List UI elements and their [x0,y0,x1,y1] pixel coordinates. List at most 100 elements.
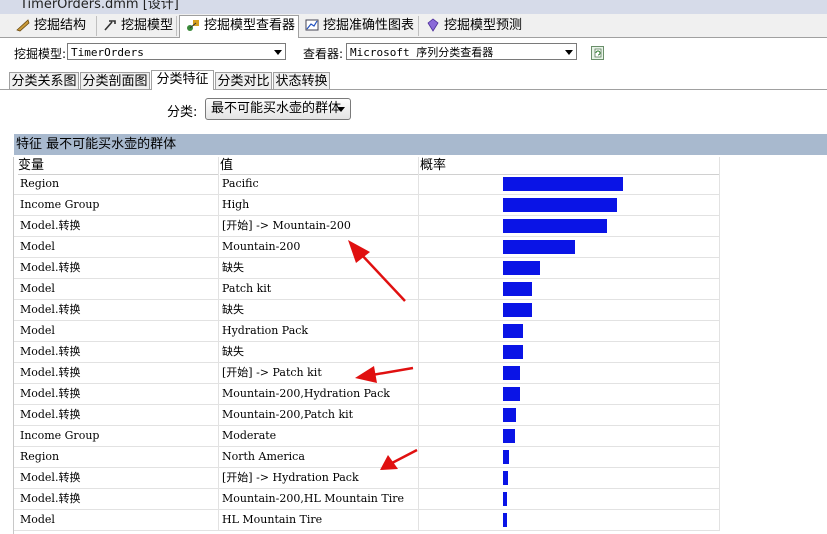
variable-cell: Income Group [20,429,100,442]
variable-cell: Model [20,282,55,295]
viewer-label: 查看器: [303,47,344,61]
tab-cluster-discrimination[interactable]: 分类对比 [215,72,272,89]
column-divider [418,157,419,531]
table-row[interactable]: Region North America [14,447,719,468]
probability-bar [503,303,532,317]
table-row[interactable]: Income Group High [14,195,719,216]
chevron-down-icon [274,50,282,55]
mining-model-combobox[interactable]: TimerOrders [67,43,286,60]
table-row[interactable]: Region Pacific [14,174,719,195]
tab-label: 挖掘结构 [34,18,87,33]
value-cell: Pacific [222,177,259,190]
probability-bar [503,429,515,443]
value-cell: Mountain-200,HL Mountain Tire [222,492,404,505]
probability-bar [503,366,520,380]
viewer-subtab-strip: 分类关系图 分类剖面图 分类特征 分类对比 状态转换 [0,70,827,90]
variable-cell: Region [20,450,60,463]
variable-cell: Model.转换 [20,387,81,400]
column-header-value[interactable]: 值 [220,157,420,175]
variable-cell: Model.转换 [20,345,81,358]
probability-bar [503,450,509,464]
table-row[interactable]: Model Mountain-200 [14,237,719,258]
document-title: TimerOrders.dmm [设计] [20,0,179,12]
tab-cluster-characteristics[interactable]: 分类特征 [151,70,214,90]
column-header-variable[interactable]: 变量 [18,157,218,175]
value-cell: Mountain-200,Hydration Pack [222,387,390,400]
characteristics-section-header: 特征 最不可能买水壶的群体 [14,134,827,155]
tab-mining-model[interactable]: 挖掘模型 [97,16,177,36]
value-cell: High [222,198,250,211]
probability-bar [503,324,523,338]
value-cell: Mountain-200 [222,240,301,253]
probability-bar [503,177,623,191]
chevron-down-icon [565,50,573,55]
probability-bar [503,282,532,296]
tab-label: 挖掘模型预测 [444,18,523,33]
tab-state-transitions[interactable]: 状态转换 [273,72,330,89]
tab-accuracy-chart[interactable]: 挖掘准确性图表 [299,16,419,36]
probability-bar [503,345,523,359]
viewer-combobox[interactable]: Microsoft 序列分类查看器 [346,43,577,60]
variable-cell: Model.转换 [20,408,81,421]
cluster-filter-label: 分类: [167,105,198,120]
tab-label: 挖掘模型 [121,18,174,33]
column-header-probability[interactable]: 概率 [420,157,719,175]
variable-cell: Model.转换 [20,471,81,484]
variable-cell: Model.转换 [20,366,81,379]
tab-cluster-profiles[interactable]: 分类剖面图 [80,72,150,89]
mining-model-value: TimerOrders [71,46,144,59]
table-row[interactable]: Income Group Moderate [14,426,719,447]
value-cell: [开始] -> Mountain-200 [222,219,351,232]
value-cell: Hydration Pack [222,324,309,337]
value-cell: 缺失 [222,261,244,274]
value-cell: HL Mountain Tire [222,513,323,526]
tab-label: 挖掘模型查看器 [204,18,296,33]
probability-bar [503,408,516,422]
variable-cell: Model [20,240,55,253]
table-row[interactable]: Model.转换 Mountain-200,Patch kit [14,405,719,426]
cluster-dropdown[interactable]: 最不可能买水壶的群体 [205,98,351,120]
variable-cell: Region [20,177,60,190]
table-row[interactable]: Model.转换 [开始] -> Mountain-200 [14,216,719,237]
table-row[interactable]: Model.转换 Mountain-200,Hydration Pack [14,384,719,405]
viewer-toolbar: 挖掘模型: TimerOrders 查看器: Microsoft 序列分类查看器 [0,38,827,66]
cluster-dropdown-value: 最不可能买水壶的群体 [211,101,342,116]
tab-cluster-diagram[interactable]: 分类关系图 [9,72,79,89]
table-row[interactable]: Model Patch kit [14,279,719,300]
value-cell: Moderate [222,429,277,442]
value-cell: North America [222,450,305,463]
value-cell: [开始] -> Patch kit [222,366,322,379]
variable-cell: Income Group [20,198,100,211]
table-row[interactable]: Model.转换 [开始] -> Patch kit [14,363,719,384]
column-divider [719,157,720,531]
refresh-icon[interactable] [591,46,604,60]
tab-label: 挖掘准确性图表 [323,18,415,33]
table-row[interactable]: Model.转换 缺失 [14,300,719,321]
prediction-icon [426,17,440,32]
chevron-down-icon [337,107,345,112]
variable-cell: Model [20,513,55,526]
probability-bar [503,387,520,401]
variable-cell: Model.转换 [20,261,81,274]
table-row[interactable]: Model.转换 缺失 [14,258,719,279]
value-cell: 缺失 [222,345,244,358]
value-cell: 缺失 [222,303,244,316]
tab-mining-model-viewer[interactable]: 挖掘模型查看器 [179,15,299,39]
probability-bar [503,261,540,275]
mining-model-icon [103,18,117,32]
table-row[interactable]: Model Hydration Pack [14,321,719,342]
probability-bar [503,513,507,527]
table-row[interactable]: Model.转换 Mountain-200,HL Mountain Tire [14,489,719,510]
table-row[interactable]: Model HL Mountain Tire [14,510,719,531]
table-row[interactable]: Model.转换 缺失 [14,342,719,363]
probability-bar [503,240,575,254]
probability-bar [503,198,617,212]
mining-structure-icon [16,18,30,32]
probability-bar [503,219,607,233]
model-viewer-icon [186,18,200,32]
column-divider [218,157,219,531]
table-row[interactable]: Model.转换 [开始] -> Hydration Pack [14,468,719,489]
value-cell: Patch kit [222,282,272,295]
tab-mining-structure[interactable]: 挖掘结构 [10,16,97,36]
tab-mining-prediction[interactable]: 挖掘模型预测 [420,16,530,36]
